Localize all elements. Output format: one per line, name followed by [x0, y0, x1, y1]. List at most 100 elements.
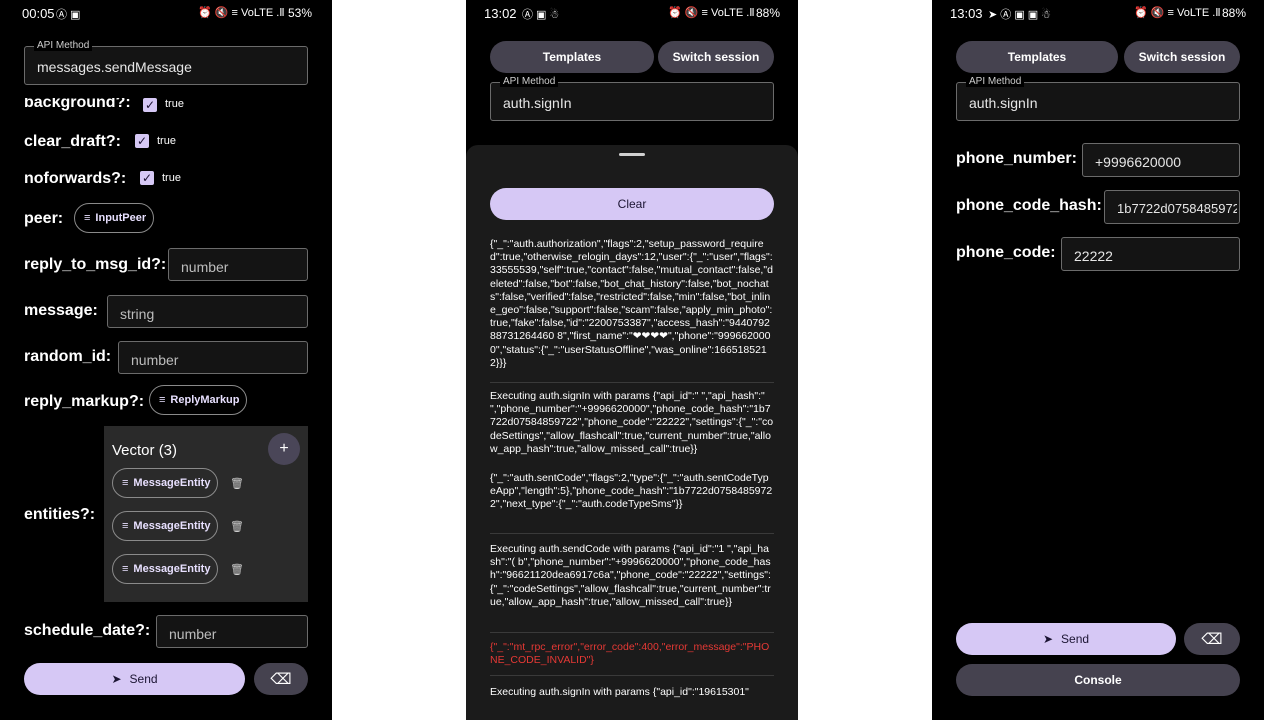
clear-log-button[interactable]: Clear [490, 188, 774, 220]
clear-button[interactable]: ⌫ [254, 663, 308, 695]
message-entity-label: MessageEntity [133, 520, 211, 532]
input-peer-chip[interactable]: ≡ InputPeer [74, 203, 154, 233]
phone-screen-2: 13:02 Ⓐ ▣ ☃ ⏰ 🔇 ≡ VoLTE .Ⅱ 88% Templates… [466, 0, 798, 720]
log-entry: Executing auth.signIn with params {"api_… [490, 686, 749, 698]
log-entry: Executing auth.signIn with params {"api_… [490, 390, 774, 455]
log-divider [490, 533, 774, 534]
message-entity-label: MessageEntity [133, 477, 211, 489]
send-icon: ➤ [1042, 632, 1054, 646]
log-entry: Executing auth.sendCode with params {"ap… [490, 543, 771, 608]
templates-button-label: Templates [542, 50, 602, 64]
console-button-label: Console [1074, 673, 1122, 687]
status-bar: 13:02 Ⓐ ▣ ☃ ⏰ 🔇 ≡ VoLTE .Ⅱ 88% [466, 0, 798, 26]
reply-to-msg-id-placeholder: number [181, 259, 229, 275]
switch-session-button-label: Switch session [672, 50, 760, 64]
send-icon: ➤ [111, 672, 122, 686]
phone-code-value: 22222 [1074, 248, 1113, 264]
checkbox-clear-draft-value: true [157, 135, 176, 147]
status-time: 00:05 [22, 6, 55, 21]
status-left-icons: ➤ Ⓐ ▣ ▣ ☃ [988, 9, 1052, 21]
api-method-label: API Method [34, 40, 93, 51]
status-right-icons: ⏰ 🔇 ≡ VoLTE .Ⅱ [668, 7, 755, 19]
param-label-entities: entities?: [24, 506, 96, 523]
templates-button[interactable]: Templates [490, 41, 654, 73]
message-placeholder: string [120, 306, 155, 322]
reply-markup-chip[interactable]: ≡ ReplyMarkup [149, 385, 247, 415]
send-button[interactable]: ➤ Send [24, 663, 245, 695]
status-left-icons: Ⓐ ▣ ☃ [522, 9, 560, 21]
battery-level: 53% [287, 6, 312, 20]
param-label-clear-draft: clear_draft?: [24, 133, 121, 150]
status-left-icons: Ⓐ ▣ [56, 9, 81, 21]
send-button[interactable]: ➤ Send [956, 623, 1176, 655]
backspace-icon: ⌫ [1201, 631, 1223, 648]
api-method-field[interactable]: auth.signIn [956, 82, 1240, 121]
templates-button[interactable]: Templates [956, 41, 1118, 73]
switch-session-button-label: Switch session [1138, 50, 1226, 64]
message-entity-label: MessageEntity [133, 563, 211, 575]
checkbox-noforwards[interactable]: ✓ [140, 171, 154, 185]
status-time: 13:03 [950, 6, 983, 21]
param-label-phone-code: phone_code: [956, 244, 1056, 261]
console-button[interactable]: Console [956, 664, 1240, 696]
input-peer-chip-label: InputPeer [95, 212, 147, 224]
switch-session-button[interactable]: Switch session [1124, 41, 1240, 73]
reply-to-msg-id-input[interactable]: number [168, 248, 308, 281]
edit-note-icon: ≡ [159, 394, 166, 406]
param-label-reply-to-msg-id: reply_to_msg_id?: [24, 256, 167, 273]
battery-level: 88% [755, 6, 780, 20]
random-id-input[interactable]: number [118, 341, 308, 374]
random-id-placeholder: number [131, 352, 179, 368]
log-entry-error: {"_":"mt_rpc_error","error_code":400,"er… [490, 641, 770, 667]
delete-entity-1-icon[interactable]: 🗑 [230, 477, 244, 490]
edit-note-icon: ≡ [122, 563, 129, 575]
phone-screen-1: 00:05 Ⓐ ▣ ⏰ 🔇 ≡ VoLTE .Ⅱ 53% messages.se… [0, 0, 332, 720]
phone-code-hash-value: 1b7722d0758485972 [1117, 201, 1237, 216]
message-entity-chip-3[interactable]: ≡ MessageEntity [112, 554, 218, 584]
send-button-label: Send [1061, 632, 1090, 646]
api-method-label: API Method [500, 76, 559, 87]
schedule-date-input[interactable]: number [156, 615, 308, 648]
param-label-noforwards: noforwards?: [24, 170, 127, 187]
console-bottom-sheet: Clear {"_":"auth.authorization","flags":… [466, 145, 798, 720]
status-time: 13:02 [484, 6, 517, 21]
clear-button[interactable]: ⌫ [1184, 623, 1240, 655]
param-label-message: message: [24, 302, 98, 319]
message-input[interactable]: string [107, 295, 308, 328]
phone-code-hash-input[interactable]: 1b7722d0758485972 [1104, 190, 1240, 224]
status-bar: 00:05 Ⓐ ▣ ⏰ 🔇 ≡ VoLTE .Ⅱ 53% [0, 0, 332, 26]
switch-session-button[interactable]: Switch session [658, 41, 774, 73]
delete-entity-3-icon[interactable]: 🗑 [230, 563, 244, 576]
checkbox-noforwards-value: true [162, 172, 181, 184]
checkbox-clear-draft[interactable]: ✓ [135, 134, 149, 148]
log-entry: {"_":"auth.sentCode","flags":2,"type":{"… [490, 472, 773, 511]
vector-title: Vector (3) [112, 442, 178, 459]
status-bar: 13:03 ➤ Ⓐ ▣ ▣ ☃ ⏰ 🔇 ≡ VoLTE .Ⅱ 88% [932, 0, 1264, 26]
delete-entity-2-icon[interactable]: 🗑 [230, 520, 244, 533]
api-method-label: API Method [966, 76, 1025, 87]
param-label-background: background?: [24, 94, 131, 111]
reply-markup-chip-label: ReplyMarkup [170, 394, 240, 406]
api-method-field[interactable]: auth.signIn [490, 82, 774, 121]
param-label-reply-markup: reply_markup?: [24, 393, 145, 410]
schedule-date-placeholder: number [169, 626, 217, 642]
message-entity-chip-2[interactable]: ≡ MessageEntity [112, 511, 218, 541]
param-label-random-id: random_id: [24, 348, 112, 365]
battery-level: 88% [1221, 6, 1246, 20]
log-entry: {"_":"auth.authorization","flags":2,"set… [490, 238, 773, 369]
templates-button-label: Templates [1007, 50, 1067, 64]
backspace-icon: ⌫ [270, 671, 292, 688]
phone-number-input[interactable]: +9996620000 [1082, 143, 1240, 177]
param-label-phone-number: phone_number: [956, 150, 1077, 167]
status-right-icons: ⏰ 🔇 ≡ VoLTE .Ⅱ [198, 7, 285, 19]
api-method-field[interactable]: messages.sendMessage [24, 46, 308, 85]
add-entity-button[interactable]: + [268, 433, 300, 465]
message-entity-chip-1[interactable]: ≡ MessageEntity [112, 468, 218, 498]
drag-handle[interactable] [619, 153, 645, 156]
entities-vector-panel: Vector (3) + ≡ MessageEntity 🗑 ≡ Message… [104, 426, 308, 602]
phone-code-input[interactable]: 22222 [1061, 237, 1240, 271]
checkbox-background-value: true [165, 98, 184, 110]
api-method-value: auth.signIn [503, 95, 572, 111]
api-method-value: messages.sendMessage [37, 59, 192, 75]
checkbox-background[interactable]: ✓ [143, 98, 157, 112]
